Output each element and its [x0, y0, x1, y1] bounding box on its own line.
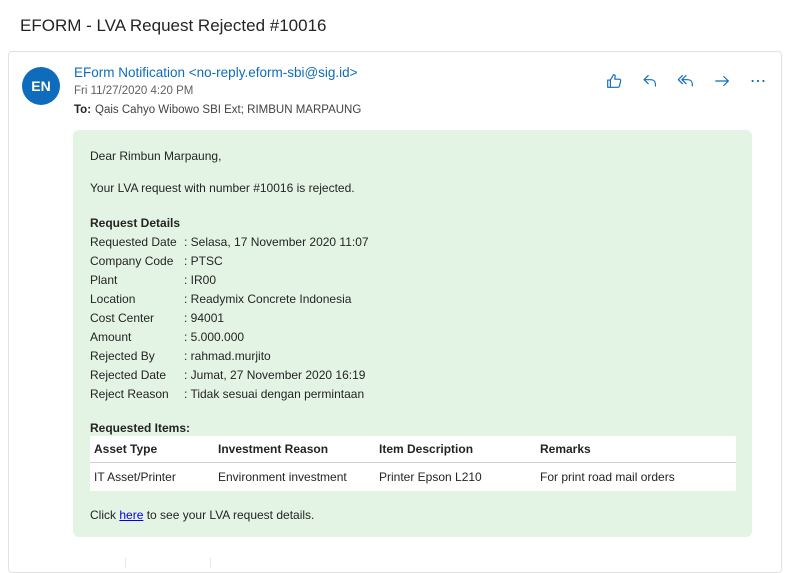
detail-label: Rejected By	[90, 349, 155, 363]
message-body: Dear Rimbun Marpaung, Your LVA request w…	[73, 130, 752, 537]
click-suffix: to see your LVA request details.	[143, 508, 315, 522]
detail-label: Company Code	[90, 254, 174, 268]
detail-value: : rahmad.murjito	[184, 349, 271, 363]
divider	[125, 558, 126, 568]
intro-text: Your LVA request with number #10016 is r…	[90, 181, 355, 195]
detail-value: : IR00	[184, 273, 217, 287]
items-table: Asset Type Investment Reason Item Descri…	[90, 436, 736, 491]
more-icon[interactable]	[749, 72, 767, 90]
details-heading: Request Details	[90, 216, 181, 230]
recipients-line: To: Qais Cahyo Wibowo SBI Ext; RIMBUN MAR…	[74, 104, 361, 116]
detail-value: : 94001	[184, 311, 225, 325]
detail-value: : Tidak sesuai dengan permintaan	[184, 387, 365, 401]
detail-value: : Selasa, 17 November 2020 11:07	[184, 235, 369, 249]
message-card: EN EForm Notification <no-reply.eform-sb…	[8, 51, 782, 573]
detail-value: : Readymix Concrete Indonesia	[184, 292, 352, 306]
details-list: Requested Date : Selasa, 17 November 2020…	[90, 235, 369, 406]
forward-icon[interactable]	[713, 72, 731, 90]
email-subject: EFORM - LVA Request Rejected #10016	[20, 16, 327, 35]
column-header: Item Description	[375, 436, 536, 463]
detail-row: Location : Readymix Concrete Indonesia	[90, 292, 369, 311]
to-label: To:	[74, 104, 92, 116]
detail-row: Reject Reason : Tidak sesuai dengan permi…	[90, 387, 369, 406]
detail-value: : 5.000.000	[184, 330, 245, 344]
sender-avatar[interactable]: EN	[22, 67, 60, 105]
like-icon[interactable]	[605, 72, 623, 90]
table-header-row: Asset Type Investment Reason Item Descri…	[90, 436, 736, 463]
sender-name[interactable]: EForm Notification <no-reply.eform-sbi@s…	[74, 65, 358, 80]
detail-value: : Jumat, 27 November 2020 16:19	[184, 368, 366, 382]
table-cell: Printer Epson L210	[379, 470, 482, 484]
detail-label: Location	[90, 292, 136, 306]
detail-row: Rejected Date : Jumat, 27 November 2020 1…	[90, 368, 369, 387]
reply-all-icon[interactable]	[677, 72, 695, 90]
table-row: IT Asset/Printer Environment investment …	[90, 463, 736, 492]
detail-row: Plant : IR00	[90, 273, 369, 292]
detail-row: Company Code : PTSC	[90, 254, 369, 273]
detail-label: Reject Reason	[90, 387, 169, 401]
detail-row: Rejected By : rahmad.murjito	[90, 349, 369, 368]
detail-label: Rejected Date	[90, 368, 167, 382]
items-heading: Requested Items:	[90, 421, 191, 435]
detail-value: : PTSC	[184, 254, 223, 268]
table-cell: IT Asset/Printer	[94, 470, 176, 484]
details-link[interactable]: here	[119, 508, 143, 522]
detail-label: Plant	[90, 273, 118, 287]
message-actions	[605, 72, 767, 90]
message-date: Fri 11/27/2020 4:20 PM	[74, 85, 194, 97]
column-header: Investment Reason	[214, 436, 375, 463]
greeting: Dear Rimbun Marpaung,	[90, 149, 222, 163]
detail-label: Amount	[90, 330, 132, 344]
click-prefix: Click	[90, 508, 120, 522]
detail-label: Cost Center	[90, 311, 155, 325]
column-header: Remarks	[536, 436, 736, 463]
reply-icon[interactable]	[641, 72, 659, 90]
detail-row: Requested Date : Selasa, 17 November 2020…	[90, 235, 369, 254]
divider	[210, 558, 211, 568]
recipients[interactable]: Qais Cahyo Wibowo SBI Ext; RIMBUN MARPAU…	[95, 104, 361, 116]
detail-row: Amount : 5.000.000	[90, 330, 369, 349]
table-cell: For print road mail orders	[540, 470, 675, 484]
column-header: Asset Type	[90, 436, 214, 463]
table-cell: Environment investment	[218, 470, 347, 484]
details-link-line: Click here to see your LVA request detai…	[90, 508, 314, 522]
detail-row: Cost Center : 94001	[90, 311, 369, 330]
detail-label: Requested Date	[90, 235, 177, 249]
